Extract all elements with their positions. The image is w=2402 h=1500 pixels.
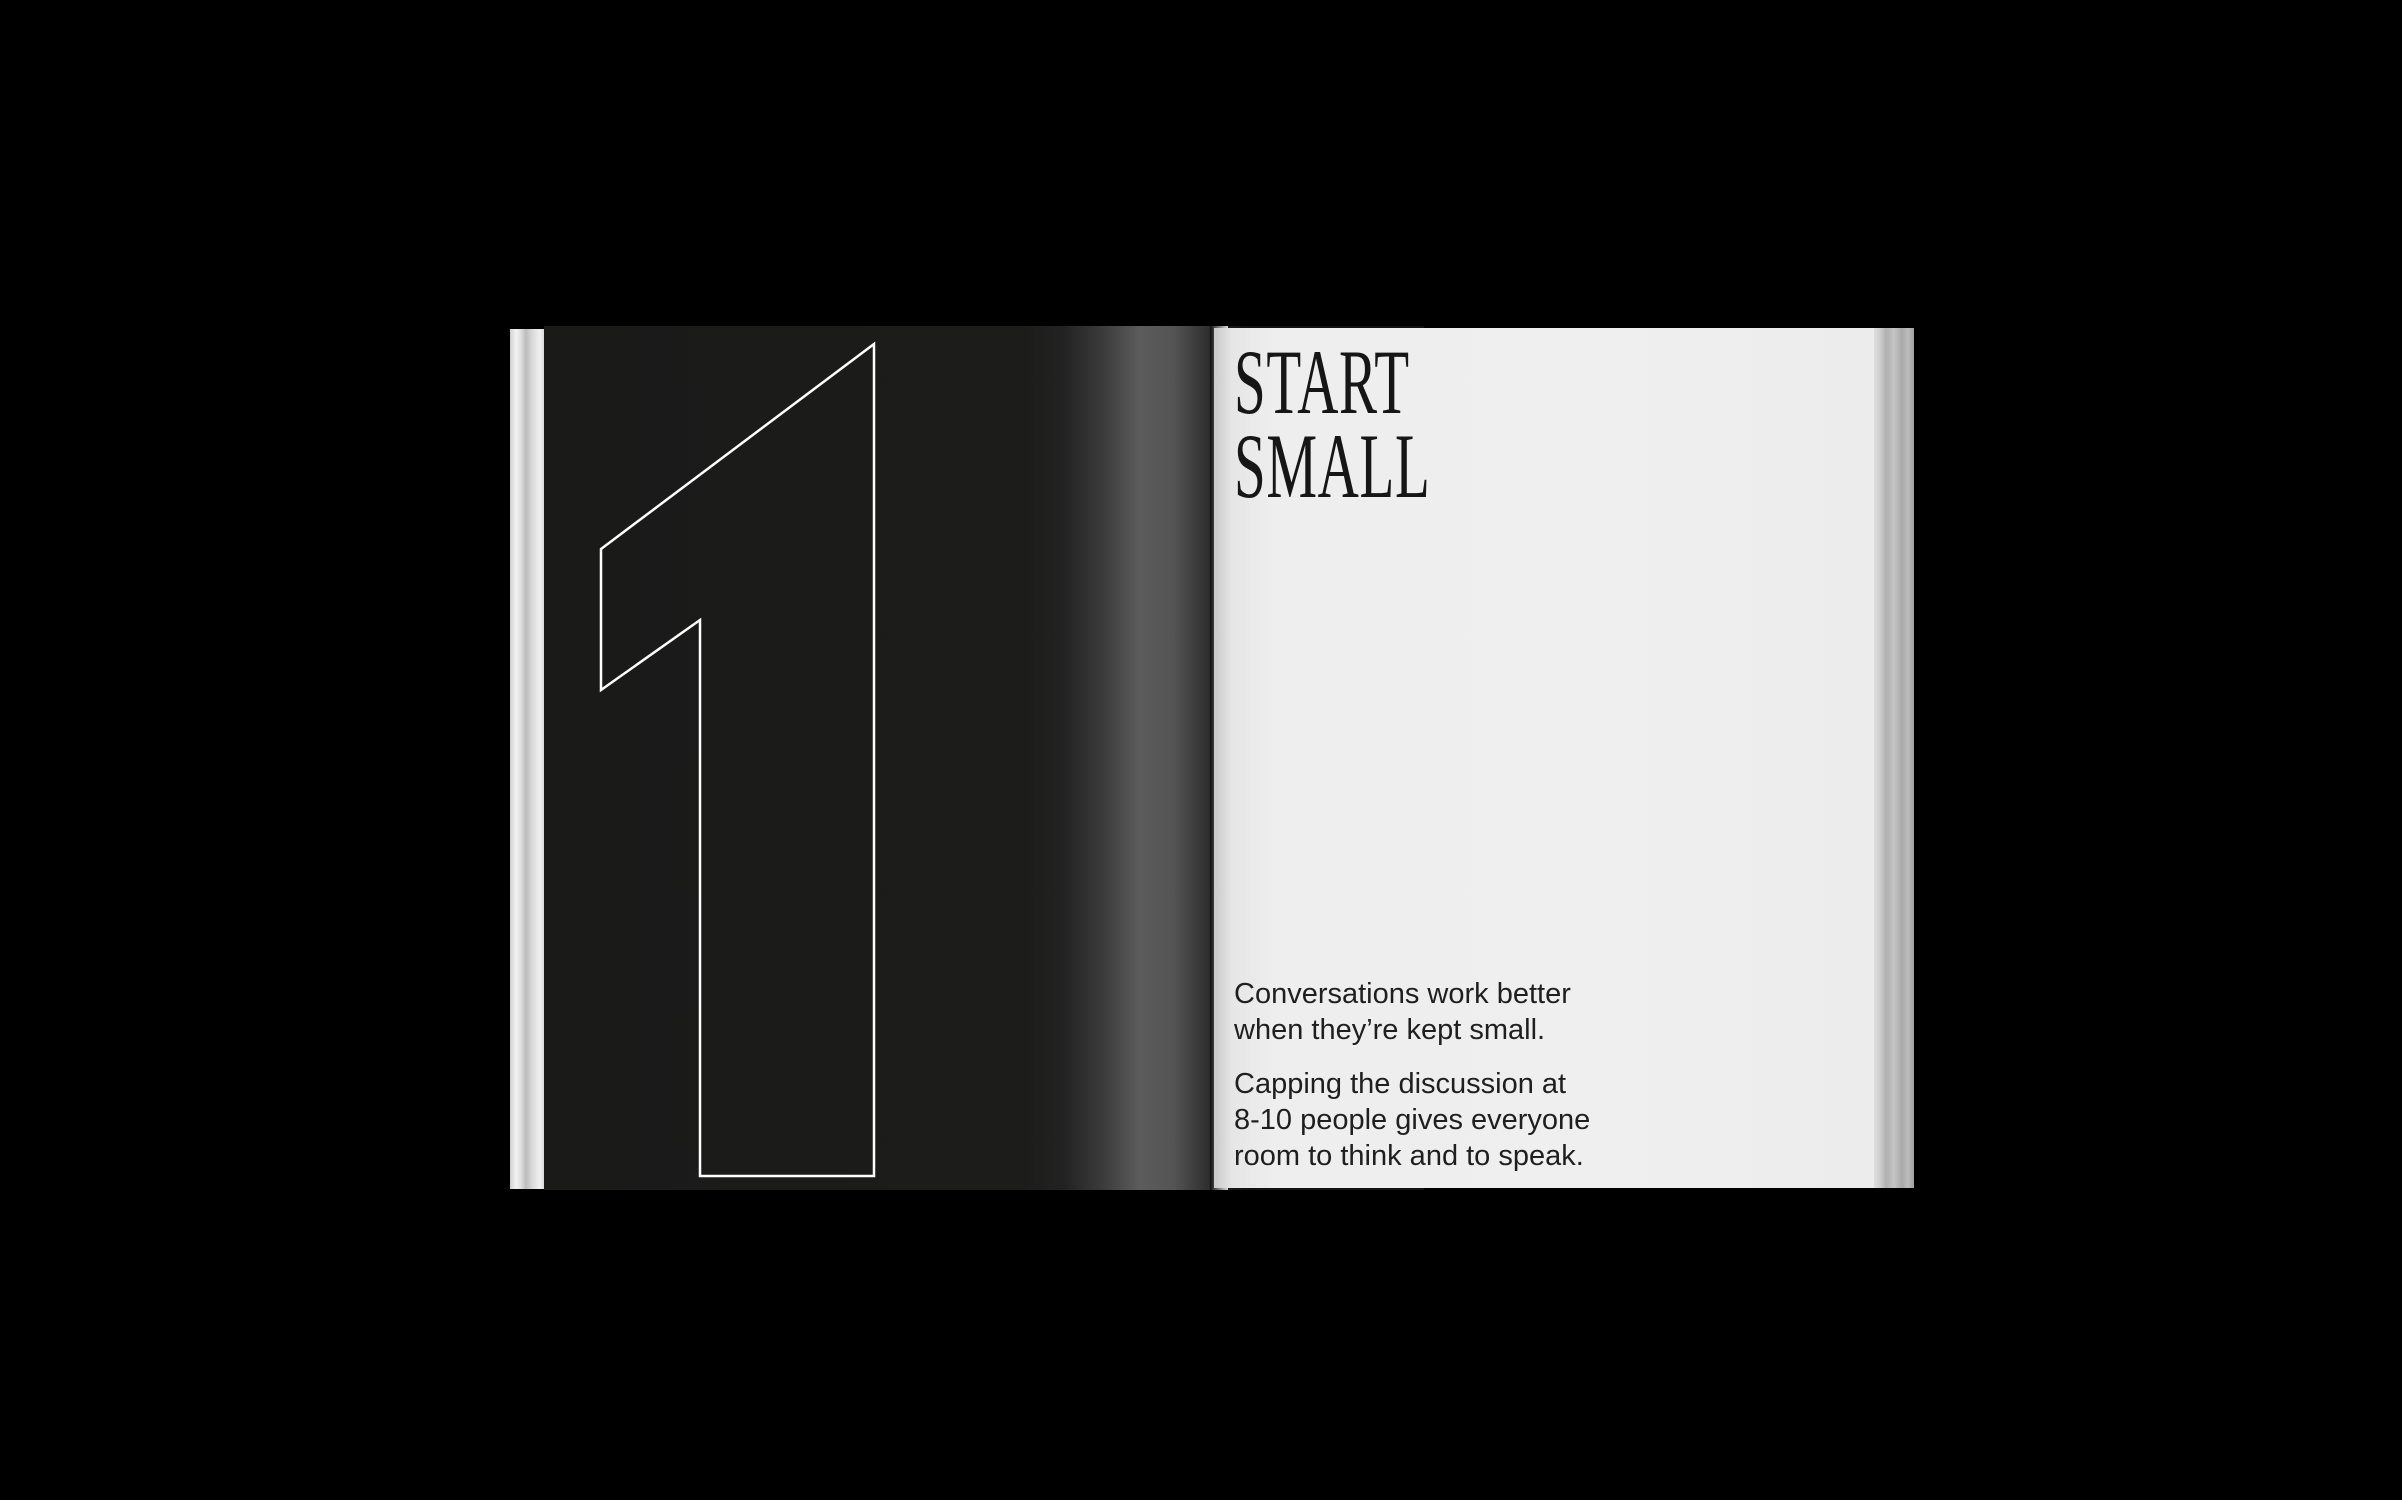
page-title: START SMALL <box>1234 331 1431 517</box>
paragraph-2-line-2: 8-10 people gives everyone <box>1234 1104 1591 1136</box>
paragraph-2-line-3: room to think and to speak. <box>1234 1140 1584 1172</box>
right-page-edges <box>1874 328 1914 1188</box>
paragraph-conversations: Conversations work better when they’re k… <box>1234 976 1674 1048</box>
open-book: 1 START SMALL Conversations work better … <box>510 326 1914 1190</box>
paragraph-1-line-2: when they’re kept small. <box>1234 1014 1546 1046</box>
left-page-edges <box>510 329 546 1189</box>
paragraph-2-line-1: Capping the discussion at <box>1234 1068 1567 1100</box>
right-page: START SMALL Conversations work better wh… <box>1214 328 1882 1188</box>
title-line-small: SMALL <box>1234 415 1431 517</box>
paragraph-1-line-1: Conversations work better <box>1234 978 1571 1010</box>
body-copy: Conversations work better when they’re k… <box>1234 976 1674 1192</box>
mockup-background: 1 START SMALL Conversations work better … <box>0 0 2402 1500</box>
numeral-one-shape <box>599 341 876 1178</box>
title-line-start: START <box>1234 331 1410 433</box>
paragraph-capping: Capping the discussion at 8-10 people gi… <box>1234 1066 1674 1174</box>
